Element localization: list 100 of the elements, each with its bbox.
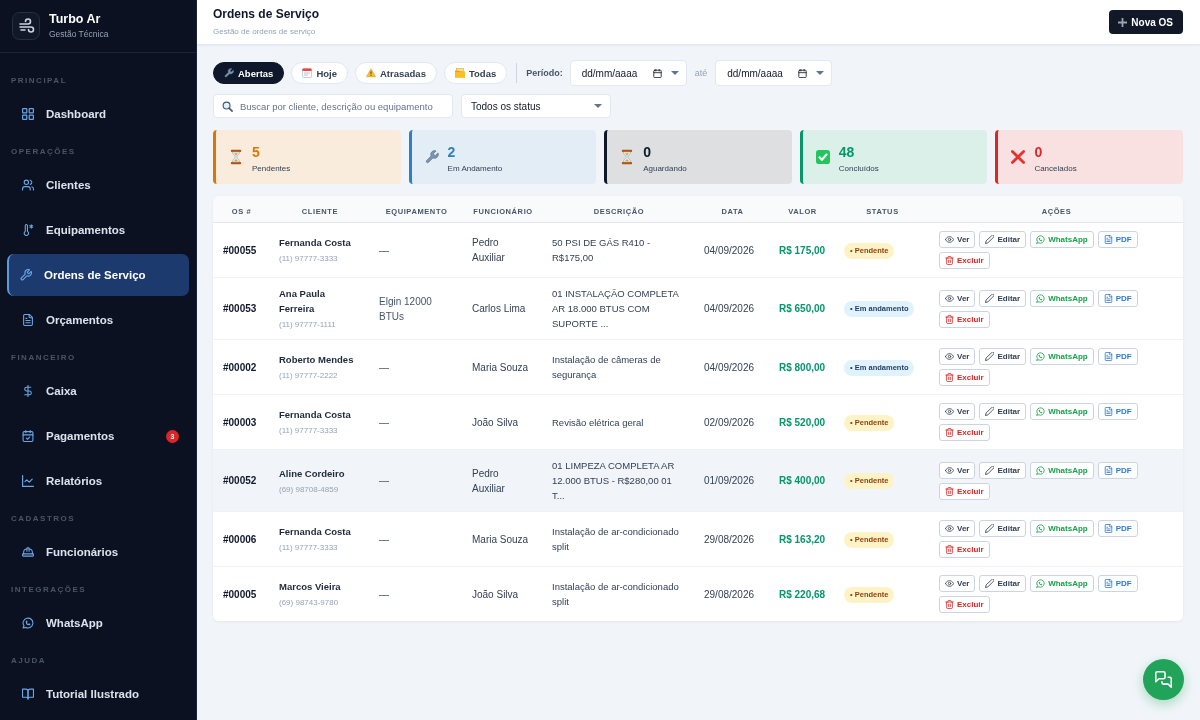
sidebar-item[interactable]: Tutorial Ilustrado xyxy=(7,673,189,715)
delete-button[interactable]: Excluir xyxy=(939,541,990,558)
edit-button[interactable]: Editar xyxy=(979,461,1027,479)
order-number: #00005 xyxy=(223,588,257,600)
document-icon xyxy=(1103,465,1113,475)
section-heading: CADASTROS xyxy=(10,513,77,525)
filter-tab[interactable]: Abertas xyxy=(213,62,285,84)
sidebar-item[interactable]: Caixa xyxy=(7,370,189,412)
view-button[interactable]: Ver xyxy=(939,231,976,248)
trash-icon xyxy=(945,428,954,437)
eye-icon xyxy=(945,579,954,588)
cross-icon xyxy=(1011,149,1026,165)
edit-button[interactable]: Editar xyxy=(979,289,1027,307)
stat-value: 5 xyxy=(252,143,261,160)
delete-button[interactable]: Excluir xyxy=(939,310,990,328)
order-number: #00055 xyxy=(223,244,257,256)
pdf-button[interactable]: PDF xyxy=(1097,575,1138,592)
edit-button[interactable]: Editar xyxy=(979,403,1027,420)
pdf-button[interactable]: PDF xyxy=(1097,403,1138,420)
client-name: Marcos Vieira xyxy=(279,580,342,594)
eye-icon xyxy=(945,293,954,303)
view-button[interactable]: Ver xyxy=(939,461,976,479)
filter-tab[interactable]: Todas xyxy=(443,62,508,84)
pencil-icon xyxy=(985,407,995,416)
edit-button[interactable]: Editar xyxy=(979,520,1027,537)
date-text: 04/09/2026 xyxy=(704,361,755,373)
sidebar-item[interactable]: WhatsApp xyxy=(7,602,189,644)
sidebar-item[interactable]: Orçamentos xyxy=(7,299,189,341)
page-title: Ordens de Serviço xyxy=(213,7,320,21)
wrench-icon xyxy=(224,68,234,78)
equipment-text: — xyxy=(379,475,389,486)
description-text: 01 LIMPEZA COMPLETA AR 12.000 BTUS - R$280,00 01 T... xyxy=(552,460,675,501)
section-heading: FINANCEIRO xyxy=(10,352,77,364)
employee-name: Carlos Lima xyxy=(472,302,526,316)
pdf-button[interactable]: PDF xyxy=(1097,348,1138,365)
caret-icon xyxy=(594,104,602,108)
filter-tab[interactable]: Atrasadas xyxy=(354,62,437,84)
chart-icon xyxy=(22,475,34,487)
delete-button[interactable]: Excluir xyxy=(939,369,990,386)
document-icon xyxy=(1103,235,1113,244)
document-icon xyxy=(1103,352,1113,361)
delete-button[interactable]: Excluir xyxy=(939,596,990,613)
date-field[interactable]: dd/mm/aaaa xyxy=(569,60,687,86)
stat-label: Concluídos xyxy=(838,163,879,174)
employee-name: João Silva xyxy=(472,415,519,430)
date-field[interactable]: dd/mm/aaaa xyxy=(715,60,833,86)
view-button[interactable]: Ver xyxy=(939,403,976,420)
new-order-button[interactable]: Nova OS xyxy=(1109,10,1183,34)
document-icon xyxy=(1103,293,1113,303)
edit-button[interactable]: Editar xyxy=(979,348,1027,365)
delete-button[interactable]: Excluir xyxy=(939,252,990,269)
edit-button[interactable]: Editar xyxy=(979,575,1027,592)
order-number: #00002 xyxy=(223,361,257,373)
sidebar-item[interactable]: Relatórios xyxy=(7,460,189,502)
delete-button[interactable]: Excluir xyxy=(939,424,990,441)
sidebar-item[interactable]: Clientes xyxy=(7,164,189,206)
equipment-text: — xyxy=(379,416,389,428)
wrench-icon xyxy=(20,269,32,281)
client-name: Fernanda Costa xyxy=(279,408,352,422)
equipment-text: Elgin 12000 BTUs xyxy=(379,295,432,322)
stat-value: 2 xyxy=(447,143,457,160)
eye-icon xyxy=(945,235,954,244)
pdf-button[interactable]: PDF xyxy=(1097,289,1138,307)
view-button[interactable]: Ver xyxy=(939,348,976,365)
sidebar-item[interactable]: Dashboard xyxy=(7,93,189,135)
view-button[interactable]: Ver xyxy=(939,520,976,537)
eye-icon xyxy=(945,407,954,416)
view-button[interactable]: Ver xyxy=(939,575,976,592)
client-name: Roberto Mendes xyxy=(279,353,355,367)
pencil-icon xyxy=(985,235,995,244)
stat-value: 0 xyxy=(643,143,652,160)
sidebar-item[interactable]: Ordens de Serviço xyxy=(7,254,189,296)
document-icon xyxy=(22,314,34,326)
price-text: R$ 175,00 xyxy=(779,244,826,256)
pdf-button[interactable]: PDF xyxy=(1097,520,1138,537)
trash-icon xyxy=(945,373,954,382)
calendar-icon xyxy=(798,68,808,78)
sidebar-item[interactable]: Funcionários xyxy=(7,531,189,573)
filter-tab[interactable]: Hoje xyxy=(291,62,348,84)
pdf-button[interactable]: PDF xyxy=(1097,461,1138,479)
order-number: #00052 xyxy=(223,475,257,486)
client-name: Fernanda Costa xyxy=(279,525,352,539)
whatsapp-icon xyxy=(1036,352,1046,361)
trash-icon xyxy=(945,256,954,265)
view-button[interactable]: Ver xyxy=(939,289,976,307)
sidebar-item[interactable]: Equipamentos xyxy=(7,209,189,251)
plus-icon xyxy=(1118,17,1128,27)
pencil-icon xyxy=(985,579,995,588)
client-phone: (11) 97777-1111 xyxy=(279,319,337,331)
app-tagline: Gestão Técnica xyxy=(49,29,109,40)
search-field[interactable]: Buscar por cliente, descrição ou equipamento xyxy=(213,94,453,118)
pdf-button[interactable]: PDF xyxy=(1097,231,1138,248)
document-icon xyxy=(1103,579,1113,588)
whatsapp-icon xyxy=(1036,465,1046,475)
calendar-icon xyxy=(652,68,662,78)
delete-button[interactable]: Excluir xyxy=(939,482,990,500)
eye-icon xyxy=(945,524,954,533)
calendar-icon xyxy=(302,68,313,78)
status-select[interactable]: Todos os status xyxy=(461,94,611,118)
edit-button[interactable]: Editar xyxy=(979,231,1027,248)
